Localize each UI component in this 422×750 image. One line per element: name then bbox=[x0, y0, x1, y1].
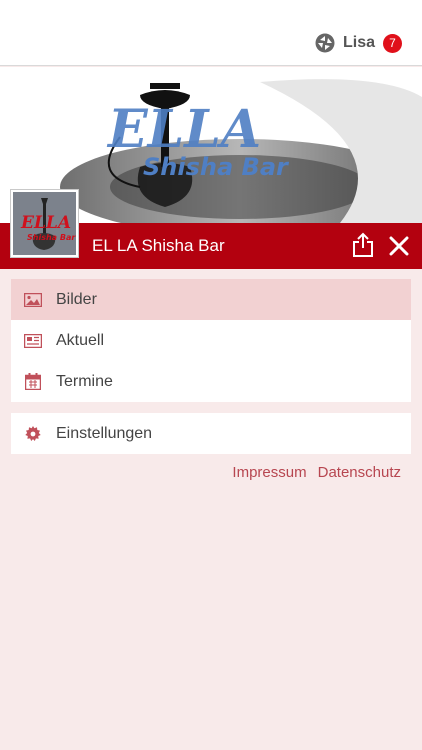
calendar-icon bbox=[24, 373, 42, 391]
main-menu: Bilder Aktuell Termine bbox=[11, 279, 411, 402]
app-logo-icon bbox=[315, 33, 335, 53]
menu-item-label: Aktuell bbox=[56, 331, 105, 349]
newspaper-icon bbox=[24, 332, 42, 350]
user-account[interactable]: Lisa 7 bbox=[315, 33, 402, 53]
banner-logo-top: ELLA bbox=[106, 99, 261, 160]
venue-thumbnail: ELLA Shisha Bar bbox=[10, 189, 79, 258]
close-icon[interactable] bbox=[387, 234, 411, 258]
gear-icon bbox=[24, 425, 42, 443]
settings-menu: Einstellungen bbox=[11, 413, 411, 454]
top-bar: Lisa 7 bbox=[0, 0, 422, 66]
menu-item-label: Bilder bbox=[56, 290, 97, 308]
share-icon[interactable] bbox=[352, 232, 374, 258]
menu-item-aktuell[interactable]: Aktuell bbox=[11, 320, 411, 361]
user-name[interactable]: Lisa bbox=[343, 34, 375, 52]
thumbnail-logo-bottom: Shisha Bar bbox=[27, 233, 76, 242]
menu-item-einstellungen[interactable]: Einstellungen bbox=[11, 413, 411, 454]
notification-badge[interactable]: 7 bbox=[383, 33, 402, 53]
page-title: EL LA Shisha Bar bbox=[92, 236, 225, 255]
menu-item-label: Termine bbox=[56, 372, 113, 390]
banner-logo-bottom: Shisha Bar bbox=[143, 153, 290, 181]
impressum-link[interactable]: Impressum bbox=[232, 464, 306, 481]
menu-item-termine[interactable]: Termine bbox=[11, 361, 411, 402]
image-icon bbox=[24, 291, 42, 309]
menu-item-bilder[interactable]: Bilder bbox=[11, 279, 411, 320]
menu-item-label: Einstellungen bbox=[56, 424, 153, 442]
datenschutz-link[interactable]: Datenschutz bbox=[318, 464, 401, 481]
footer-links: Impressum Datenschutz bbox=[232, 464, 401, 481]
thumbnail-logo-top: ELLA bbox=[20, 213, 71, 233]
